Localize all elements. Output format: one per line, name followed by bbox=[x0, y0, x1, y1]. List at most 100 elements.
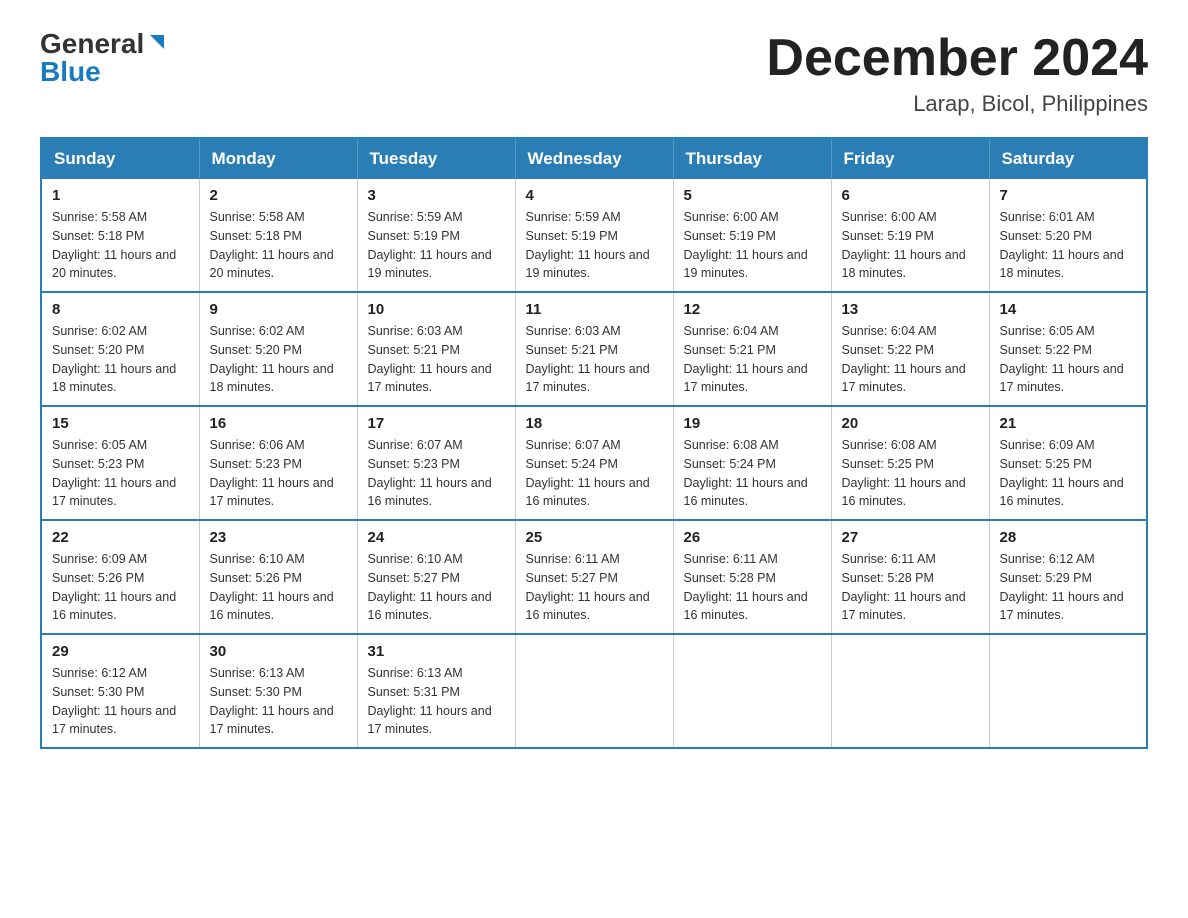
day-number: 4 bbox=[526, 187, 663, 204]
calendar-table: SundayMondayTuesdayWednesdayThursdayFrid… bbox=[40, 137, 1148, 749]
calendar-cell: 20 Sunrise: 6:08 AMSunset: 5:25 PMDaylig… bbox=[831, 406, 989, 520]
day-info: Sunrise: 6:11 AMSunset: 5:28 PMDaylight:… bbox=[684, 550, 821, 625]
day-number: 17 bbox=[368, 415, 505, 432]
day-info: Sunrise: 6:11 AMSunset: 5:28 PMDaylight:… bbox=[842, 550, 979, 625]
day-number: 14 bbox=[1000, 301, 1137, 318]
calendar-cell: 6 Sunrise: 6:00 AMSunset: 5:19 PMDayligh… bbox=[831, 179, 989, 292]
calendar-header: SundayMondayTuesdayWednesdayThursdayFrid… bbox=[41, 138, 1147, 179]
day-info: Sunrise: 6:12 AMSunset: 5:30 PMDaylight:… bbox=[52, 664, 189, 739]
calendar-cell: 25 Sunrise: 6:11 AMSunset: 5:27 PMDaylig… bbox=[515, 520, 673, 634]
calendar-cell: 8 Sunrise: 6:02 AMSunset: 5:20 PMDayligh… bbox=[41, 292, 199, 406]
day-number: 18 bbox=[526, 415, 663, 432]
calendar-cell: 24 Sunrise: 6:10 AMSunset: 5:27 PMDaylig… bbox=[357, 520, 515, 634]
calendar-cell: 14 Sunrise: 6:05 AMSunset: 5:22 PMDaylig… bbox=[989, 292, 1147, 406]
calendar-body: 1 Sunrise: 5:58 AMSunset: 5:18 PMDayligh… bbox=[41, 179, 1147, 748]
day-info: Sunrise: 5:58 AMSunset: 5:18 PMDaylight:… bbox=[52, 208, 189, 283]
calendar-cell: 1 Sunrise: 5:58 AMSunset: 5:18 PMDayligh… bbox=[41, 179, 199, 292]
weekday-header-tuesday: Tuesday bbox=[357, 138, 515, 179]
calendar-cell: 23 Sunrise: 6:10 AMSunset: 5:26 PMDaylig… bbox=[199, 520, 357, 634]
day-number: 22 bbox=[52, 529, 189, 546]
calendar-cell: 10 Sunrise: 6:03 AMSunset: 5:21 PMDaylig… bbox=[357, 292, 515, 406]
logo-general: General bbox=[40, 30, 144, 58]
calendar-cell: 13 Sunrise: 6:04 AMSunset: 5:22 PMDaylig… bbox=[831, 292, 989, 406]
day-info: Sunrise: 6:00 AMSunset: 5:19 PMDaylight:… bbox=[684, 208, 821, 283]
weekday-header-sunday: Sunday bbox=[41, 138, 199, 179]
day-info: Sunrise: 6:03 AMSunset: 5:21 PMDaylight:… bbox=[526, 322, 663, 397]
calendar-cell: 3 Sunrise: 5:59 AMSunset: 5:19 PMDayligh… bbox=[357, 179, 515, 292]
calendar-cell: 30 Sunrise: 6:13 AMSunset: 5:30 PMDaylig… bbox=[199, 634, 357, 748]
day-number: 5 bbox=[684, 187, 821, 204]
day-number: 19 bbox=[684, 415, 821, 432]
day-info: Sunrise: 5:58 AMSunset: 5:18 PMDaylight:… bbox=[210, 208, 347, 283]
day-number: 26 bbox=[684, 529, 821, 546]
day-info: Sunrise: 6:06 AMSunset: 5:23 PMDaylight:… bbox=[210, 436, 347, 511]
day-info: Sunrise: 6:01 AMSunset: 5:20 PMDaylight:… bbox=[1000, 208, 1137, 283]
calendar-cell: 2 Sunrise: 5:58 AMSunset: 5:18 PMDayligh… bbox=[199, 179, 357, 292]
page-header: General Blue December 2024 Larap, Bicol,… bbox=[40, 30, 1148, 117]
logo-triangle-icon bbox=[146, 31, 168, 53]
weekday-header-friday: Friday bbox=[831, 138, 989, 179]
day-info: Sunrise: 6:09 AMSunset: 5:26 PMDaylight:… bbox=[52, 550, 189, 625]
calendar-week-row: 8 Sunrise: 6:02 AMSunset: 5:20 PMDayligh… bbox=[41, 292, 1147, 406]
weekday-header-wednesday: Wednesday bbox=[515, 138, 673, 179]
weekday-header-saturday: Saturday bbox=[989, 138, 1147, 179]
day-info: Sunrise: 6:02 AMSunset: 5:20 PMDaylight:… bbox=[52, 322, 189, 397]
day-info: Sunrise: 6:10 AMSunset: 5:27 PMDaylight:… bbox=[368, 550, 505, 625]
location-title: Larap, Bicol, Philippines bbox=[766, 91, 1148, 117]
weekday-header-thursday: Thursday bbox=[673, 138, 831, 179]
day-info: Sunrise: 6:03 AMSunset: 5:21 PMDaylight:… bbox=[368, 322, 505, 397]
day-number: 21 bbox=[1000, 415, 1137, 432]
calendar-cell: 19 Sunrise: 6:08 AMSunset: 5:24 PMDaylig… bbox=[673, 406, 831, 520]
title-block: December 2024 Larap, Bicol, Philippines bbox=[766, 30, 1148, 117]
day-info: Sunrise: 6:13 AMSunset: 5:30 PMDaylight:… bbox=[210, 664, 347, 739]
calendar-cell: 18 Sunrise: 6:07 AMSunset: 5:24 PMDaylig… bbox=[515, 406, 673, 520]
day-number: 7 bbox=[1000, 187, 1137, 204]
calendar-cell: 17 Sunrise: 6:07 AMSunset: 5:23 PMDaylig… bbox=[357, 406, 515, 520]
calendar-cell: 22 Sunrise: 6:09 AMSunset: 5:26 PMDaylig… bbox=[41, 520, 199, 634]
day-info: Sunrise: 6:02 AMSunset: 5:20 PMDaylight:… bbox=[210, 322, 347, 397]
day-number: 2 bbox=[210, 187, 347, 204]
calendar-cell bbox=[515, 634, 673, 748]
calendar-cell: 5 Sunrise: 6:00 AMSunset: 5:19 PMDayligh… bbox=[673, 179, 831, 292]
day-number: 12 bbox=[684, 301, 821, 318]
day-info: Sunrise: 6:11 AMSunset: 5:27 PMDaylight:… bbox=[526, 550, 663, 625]
day-info: Sunrise: 6:07 AMSunset: 5:24 PMDaylight:… bbox=[526, 436, 663, 511]
day-info: Sunrise: 5:59 AMSunset: 5:19 PMDaylight:… bbox=[368, 208, 505, 283]
day-info: Sunrise: 6:08 AMSunset: 5:24 PMDaylight:… bbox=[684, 436, 821, 511]
calendar-cell: 21 Sunrise: 6:09 AMSunset: 5:25 PMDaylig… bbox=[989, 406, 1147, 520]
day-info: Sunrise: 6:05 AMSunset: 5:22 PMDaylight:… bbox=[1000, 322, 1137, 397]
day-number: 9 bbox=[210, 301, 347, 318]
day-number: 13 bbox=[842, 301, 979, 318]
calendar-cell: 16 Sunrise: 6:06 AMSunset: 5:23 PMDaylig… bbox=[199, 406, 357, 520]
calendar-cell: 26 Sunrise: 6:11 AMSunset: 5:28 PMDaylig… bbox=[673, 520, 831, 634]
calendar-cell bbox=[831, 634, 989, 748]
day-info: Sunrise: 6:04 AMSunset: 5:21 PMDaylight:… bbox=[684, 322, 821, 397]
day-number: 6 bbox=[842, 187, 979, 204]
day-info: Sunrise: 6:12 AMSunset: 5:29 PMDaylight:… bbox=[1000, 550, 1137, 625]
day-info: Sunrise: 6:00 AMSunset: 5:19 PMDaylight:… bbox=[842, 208, 979, 283]
calendar-cell bbox=[989, 634, 1147, 748]
day-info: Sunrise: 6:04 AMSunset: 5:22 PMDaylight:… bbox=[842, 322, 979, 397]
weekday-header-row: SundayMondayTuesdayWednesdayThursdayFrid… bbox=[41, 138, 1147, 179]
day-number: 1 bbox=[52, 187, 189, 204]
calendar-week-row: 1 Sunrise: 5:58 AMSunset: 5:18 PMDayligh… bbox=[41, 179, 1147, 292]
day-info: Sunrise: 6:10 AMSunset: 5:26 PMDaylight:… bbox=[210, 550, 347, 625]
day-info: Sunrise: 6:09 AMSunset: 5:25 PMDaylight:… bbox=[1000, 436, 1137, 511]
day-info: Sunrise: 6:08 AMSunset: 5:25 PMDaylight:… bbox=[842, 436, 979, 511]
calendar-cell: 11 Sunrise: 6:03 AMSunset: 5:21 PMDaylig… bbox=[515, 292, 673, 406]
day-number: 23 bbox=[210, 529, 347, 546]
calendar-cell: 31 Sunrise: 6:13 AMSunset: 5:31 PMDaylig… bbox=[357, 634, 515, 748]
calendar-cell: 4 Sunrise: 5:59 AMSunset: 5:19 PMDayligh… bbox=[515, 179, 673, 292]
day-info: Sunrise: 5:59 AMSunset: 5:19 PMDaylight:… bbox=[526, 208, 663, 283]
day-info: Sunrise: 6:05 AMSunset: 5:23 PMDaylight:… bbox=[52, 436, 189, 511]
day-number: 3 bbox=[368, 187, 505, 204]
day-info: Sunrise: 6:07 AMSunset: 5:23 PMDaylight:… bbox=[368, 436, 505, 511]
day-number: 16 bbox=[210, 415, 347, 432]
calendar-cell bbox=[673, 634, 831, 748]
calendar-cell: 28 Sunrise: 6:12 AMSunset: 5:29 PMDaylig… bbox=[989, 520, 1147, 634]
day-number: 30 bbox=[210, 643, 347, 660]
month-year-title: December 2024 bbox=[766, 30, 1148, 87]
day-number: 8 bbox=[52, 301, 189, 318]
calendar-cell: 15 Sunrise: 6:05 AMSunset: 5:23 PMDaylig… bbox=[41, 406, 199, 520]
day-number: 27 bbox=[842, 529, 979, 546]
